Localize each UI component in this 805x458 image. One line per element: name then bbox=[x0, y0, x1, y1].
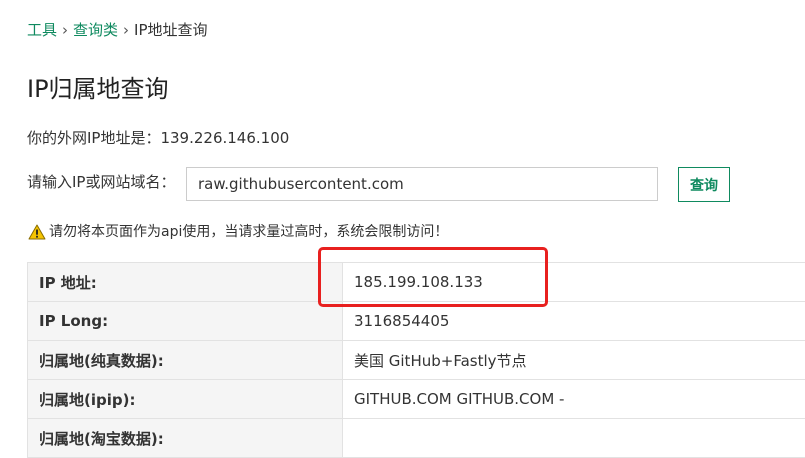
warning-icon bbox=[28, 224, 46, 240]
result-label: IP Long: bbox=[28, 302, 343, 341]
result-value: 美国 GitHub+Fastly节点 bbox=[343, 341, 805, 380]
result-label: IP 地址: bbox=[28, 263, 343, 302]
table-row: 归属地(淘宝数据): bbox=[28, 419, 805, 458]
breadcrumb-link-tools[interactable]: 工具 bbox=[27, 21, 57, 39]
my-ip-text: 你的外网IP地址是：139.226.146.100 bbox=[27, 128, 289, 148]
table-row: 归属地(ipip): GITHUB.COM GITHUB.COM - bbox=[28, 380, 805, 419]
result-label: 归属地(纯真数据): bbox=[28, 341, 343, 380]
notice-text: 请勿将本页面作为api使用，当请求量过高时，系统会限制访问！ bbox=[49, 222, 448, 242]
rate-limit-notice: 请勿将本页面作为api使用，当请求量过高时，系统会限制访问！ bbox=[28, 222, 448, 242]
query-button[interactable]: 查询 bbox=[678, 167, 730, 202]
query-label: 请输入IP或网站域名： bbox=[27, 172, 175, 192]
result-label: 归属地(淘宝数据): bbox=[28, 419, 343, 458]
result-value: 185.199.108.133 bbox=[343, 263, 805, 302]
breadcrumb-link-query[interactable]: 查询类 bbox=[73, 21, 118, 39]
ip-domain-input[interactable] bbox=[186, 167, 658, 201]
breadcrumb-separator: › bbox=[62, 21, 68, 39]
result-table: IP 地址: 185.199.108.133 IP Long: 31168544… bbox=[27, 262, 805, 458]
table-row: IP 地址: 185.199.108.133 bbox=[28, 263, 805, 302]
page-title: IP归属地查询 bbox=[27, 72, 169, 106]
breadcrumb-current: IP地址查询 bbox=[134, 21, 207, 39]
result-value: GITHUB.COM GITHUB.COM - bbox=[343, 380, 805, 419]
result-label: 归属地(ipip): bbox=[28, 380, 343, 419]
result-value bbox=[343, 419, 805, 458]
breadcrumb: 工具 › 查询类 › IP地址查询 bbox=[27, 20, 208, 40]
table-row: IP Long: 3116854405 bbox=[28, 302, 805, 341]
result-value: 3116854405 bbox=[343, 302, 805, 341]
table-row: 归属地(纯真数据): 美国 GitHub+Fastly节点 bbox=[28, 341, 805, 380]
breadcrumb-separator: › bbox=[123, 21, 129, 39]
